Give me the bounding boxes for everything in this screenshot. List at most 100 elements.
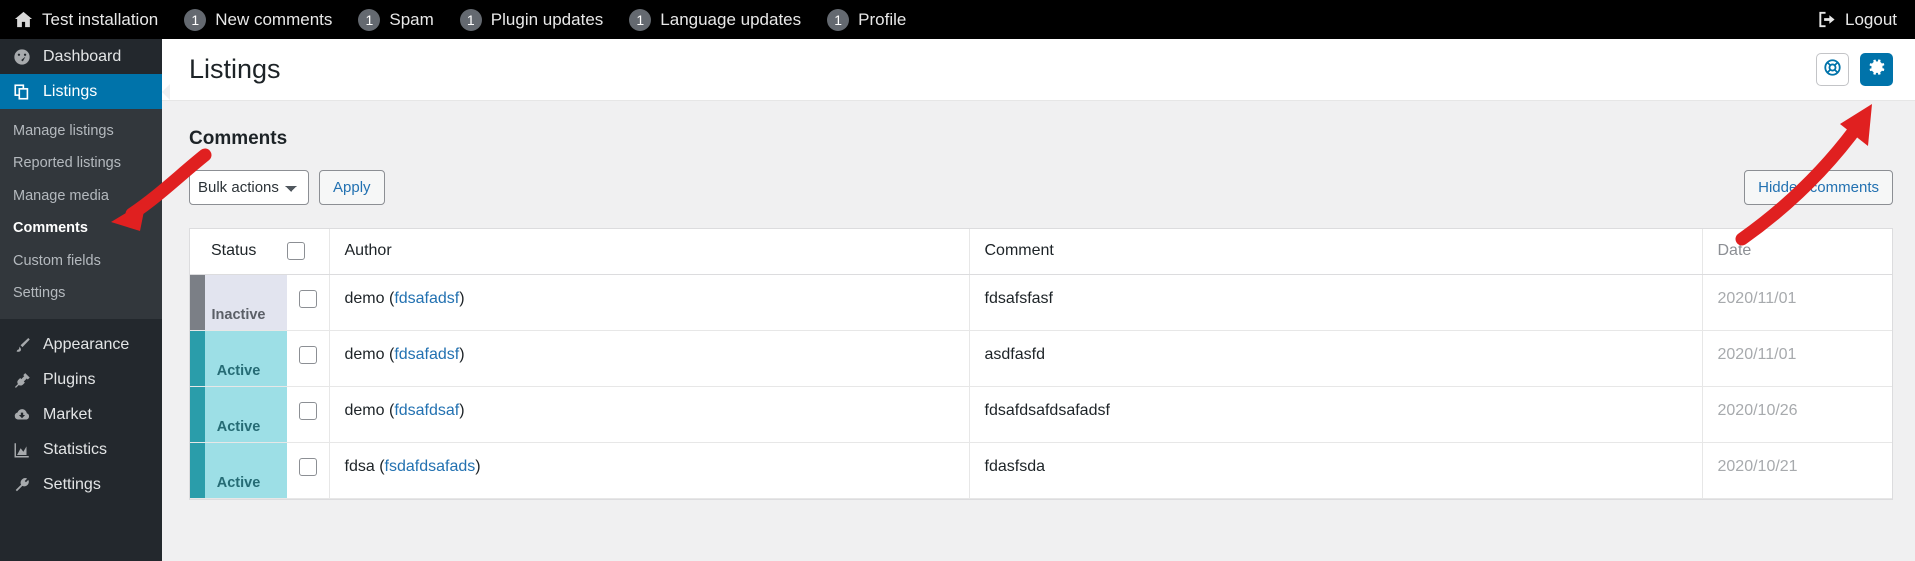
author-login-link[interactable]: fdsafadsf — [394, 346, 459, 363]
author-login-wrap: (fsdafdsafads) — [379, 457, 481, 475]
hidden-comments-button[interactable]: Hidden comments — [1744, 170, 1893, 205]
author-login-wrap: (fdsafadsf) — [388, 289, 465, 307]
sidebar-item-label: Listings — [43, 82, 98, 100]
row-checkbox[interactable] — [298, 345, 317, 364]
row-checkbox[interactable] — [298, 457, 317, 476]
author-cell: fdsa (fsdafdsafads) — [328, 442, 969, 499]
brush-icon — [11, 336, 32, 354]
sidebar-divider — [0, 319, 162, 328]
table-toolbar: Bulk actions Apply Hidden comments — [189, 170, 1893, 205]
home-icon — [14, 10, 33, 29]
sidebar-item-label: Market — [43, 406, 92, 424]
adminbar-item-label: Plugin updates — [490, 9, 604, 29]
table-header-row: Status Author Comment Date — [190, 229, 1892, 275]
author-cell: demo (fdsafadsf) — [328, 330, 969, 387]
sidebar-item-label: Statistics — [43, 441, 108, 459]
section-title: Comments — [189, 128, 288, 149]
sidebar-item-market[interactable]: Market — [0, 398, 162, 433]
column-header-date[interactable]: Date — [1701, 229, 1892, 275]
page-header: Listings — [162, 39, 1915, 101]
adminbar-item-spam[interactable]: 1 Spam — [345, 0, 446, 39]
admin-sidebar: Dashboard Listings Manage listings Repor… — [0, 39, 170, 561]
sidebar-item-settings[interactable]: Settings — [0, 468, 162, 503]
row-checkbox[interactable] — [298, 401, 317, 420]
submenu-item-custom-fields[interactable]: Custom fields — [0, 245, 162, 277]
adminbar-site-label: Test installation — [42, 9, 159, 29]
adminbar-count-badge: 1 — [358, 8, 381, 31]
date-cell: 2020/11/01 — [1701, 274, 1892, 331]
sign-out-icon — [1817, 10, 1836, 29]
submenu-item-comments[interactable]: Comments — [0, 212, 162, 244]
table-body: Inactive demo (fdsafadsf) fdsafsfasf 202… — [190, 274, 1892, 499]
adminbar-item-profile[interactable]: 1 Profile — [814, 0, 919, 39]
row-checkbox-cell — [287, 442, 329, 499]
settings-gear-button[interactable] — [1860, 53, 1893, 86]
adminbar-item-new-comments[interactable]: 1 New comments — [171, 0, 345, 39]
chart-icon — [11, 441, 32, 459]
sidebar-item-statistics[interactable]: Statistics — [0, 433, 162, 468]
adminbar-count-badge: 1 — [629, 8, 652, 31]
adminbar-item-label: New comments — [215, 9, 333, 29]
table-row[interactable]: Active fdsa (fsdafdsafads) fdasfsda 2020… — [190, 442, 1892, 499]
comment-cell: fdsafdsafdsafadsf — [968, 386, 1702, 443]
comment-cell: fdasfsda — [968, 442, 1702, 499]
author-login-link[interactable]: fdsafdsaf — [394, 402, 459, 419]
status-cell: Active — [190, 386, 287, 443]
row-checkbox-cell — [287, 386, 329, 443]
author-name: demo — [344, 345, 385, 363]
status-cell: Active — [190, 442, 287, 499]
wrench-icon — [11, 476, 32, 494]
gear-icon — [1868, 58, 1886, 81]
content-body: Comments Bulk actions Apply Hidden comme… — [162, 101, 1915, 500]
logout-button[interactable]: Logout — [1804, 0, 1915, 39]
author-login-link[interactable]: fsdafdsafads — [385, 458, 476, 475]
submenu-item-reported-listings[interactable]: Reported listings — [0, 147, 162, 179]
sidebar-item-label: Plugins — [43, 371, 96, 389]
adminbar-item-plugin-updates[interactable]: 1 Plugin updates — [447, 0, 616, 39]
adminbar-site-name[interactable]: Test installation — [0, 0, 171, 39]
sidebar-item-dashboard[interactable]: Dashboard — [0, 39, 162, 74]
author-login-link[interactable]: fdsafadsf — [394, 290, 459, 307]
bulk-actions-select[interactable]: Bulk actions — [189, 170, 309, 205]
help-button[interactable] — [1816, 53, 1849, 86]
sidebar-item-label: Dashboard — [43, 47, 122, 65]
table-row[interactable]: Active demo (fdsafdsaf) fdsafdsafdsafads… — [190, 386, 1892, 443]
dashboard-icon — [11, 48, 32, 66]
row-checkbox-cell — [287, 330, 329, 387]
author-login-wrap: (fdsafdsaf) — [388, 401, 465, 419]
adminbar-count-badge: 1 — [827, 8, 850, 31]
author-login-wrap: (fdsafadsf) — [388, 345, 465, 363]
listings-submenu: Manage listings Reported listings Manage… — [0, 109, 162, 319]
submenu-item-manage-media[interactable]: Manage media — [0, 180, 162, 212]
submenu-item-manage-listings[interactable]: Manage listings — [0, 115, 162, 147]
adminbar-count-badge: 1 — [184, 8, 207, 31]
select-all-checkbox[interactable] — [287, 242, 305, 261]
sidebar-item-plugins[interactable]: Plugins — [0, 363, 162, 398]
status-cell: Inactive — [190, 274, 287, 331]
lifebuoy-icon — [1823, 58, 1842, 82]
page-title: Listings — [189, 54, 281, 84]
status-bar — [190, 442, 205, 498]
column-header-checkbox — [287, 229, 329, 275]
submenu-item-settings[interactable]: Settings — [0, 277, 162, 309]
table-head: Status Author Comment Date — [190, 229, 1892, 275]
column-header-comment[interactable]: Comment — [968, 229, 1702, 275]
sidebar-item-appearance[interactable]: Appearance — [0, 328, 162, 363]
sidebar-item-listings[interactable]: Listings — [0, 74, 170, 109]
table-row[interactable]: Inactive demo (fdsafadsf) fdsafsfasf 202… — [190, 274, 1892, 331]
author-cell: demo (fdsafdsaf) — [328, 386, 969, 443]
column-header-status[interactable]: Status — [190, 229, 287, 275]
apply-button[interactable]: Apply — [319, 170, 385, 205]
date-cell: 2020/10/21 — [1701, 442, 1892, 499]
date-cell: 2020/11/01 — [1701, 330, 1892, 387]
status-bar — [190, 386, 205, 442]
comment-cell: fdsafsfasf — [968, 274, 1702, 331]
table-row[interactable]: Active demo (fdsafadsf) asdfasfd 2020/11… — [190, 330, 1892, 387]
column-header-author[interactable]: Author — [328, 229, 969, 275]
comments-table: Status Author Comment Date Inactive demo… — [190, 229, 1892, 499]
main-content: Listings Comments Bulk actions Apply Hid… — [162, 39, 1915, 561]
row-checkbox[interactable] — [298, 289, 317, 308]
admin-bar: Test installation 1 New comments 1 Spam … — [0, 0, 1915, 39]
adminbar-item-language-updates[interactable]: 1 Language updates — [616, 0, 814, 39]
comments-table-wrapper: Status Author Comment Date Inactive demo… — [189, 228, 1893, 500]
